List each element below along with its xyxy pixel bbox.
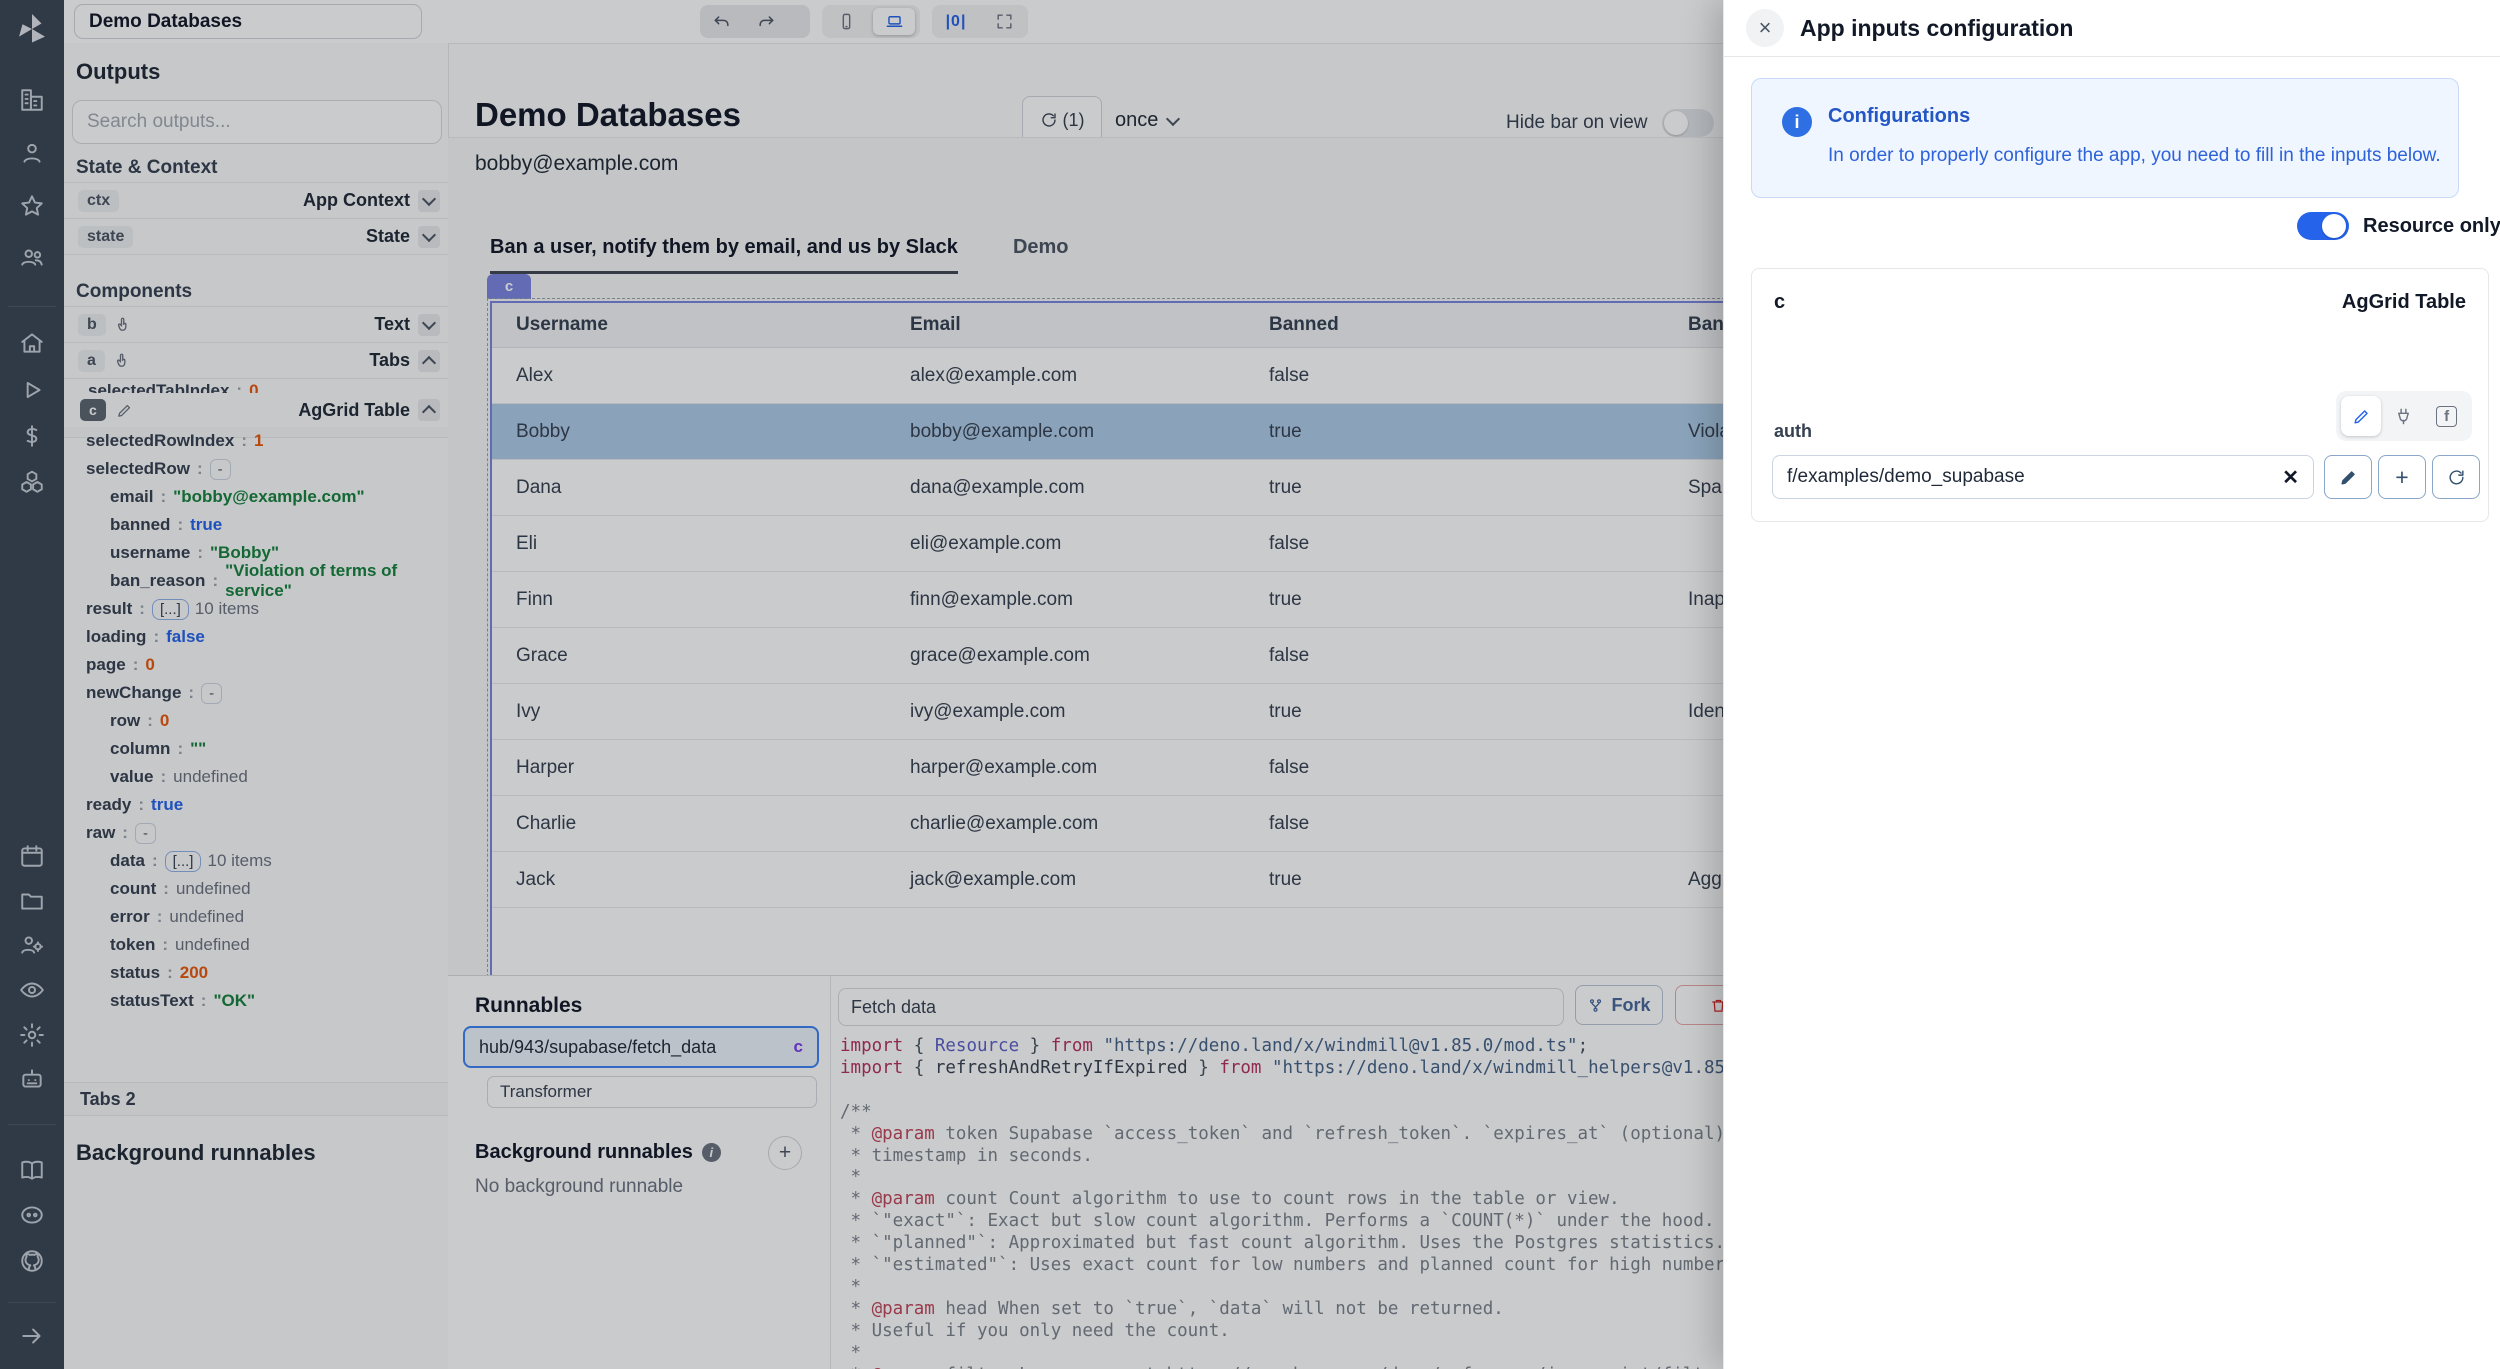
alert-body: In order to properly configure the app, … (1828, 145, 2441, 167)
edit-resource-button[interactable] (2324, 455, 2372, 499)
app-root: |0| Outputs State & Context ctxApp Conte… (0, 0, 2500, 1369)
plug-icon (2394, 407, 2413, 426)
refresh-icon (2447, 468, 2466, 487)
pencil-icon (2339, 468, 2358, 487)
static-edit-mode-button[interactable] (2341, 396, 2381, 436)
add-resource-button[interactable]: + (2378, 455, 2426, 499)
resource-only-row: Resource only (2297, 212, 2500, 240)
connect-mode-button[interactable] (2384, 396, 2424, 436)
clear-input-icon[interactable]: ✕ (2282, 465, 2299, 490)
component-input-card: c AgGrid Table auth f f/examples/demo_su… (1751, 268, 2489, 522)
component-id: c (1774, 291, 1785, 314)
alert-title: Configurations (1828, 105, 1970, 128)
pencil-icon (2352, 407, 2371, 426)
configurations-alert: i Configurations In order to properly co… (1751, 78, 2459, 198)
input-mode-segmented-control: f (2336, 391, 2472, 441)
resource-only-label: Resource only (2363, 215, 2500, 238)
component-type: AgGrid Table (2342, 291, 2466, 314)
resource-input[interactable]: f/examples/demo_supabase ✕ (1772, 455, 2314, 499)
function-icon: f (2436, 406, 2457, 427)
resource-only-toggle[interactable] (2297, 212, 2349, 240)
divider (1724, 56, 2500, 57)
drawer-title: App inputs configuration (1800, 15, 2073, 42)
app-inputs-drawer: × App inputs configuration i Configurati… (1723, 0, 2500, 1369)
close-icon[interactable]: × (1746, 9, 1784, 47)
eval-mode-button[interactable]: f (2427, 396, 2467, 436)
info-icon: i (1782, 107, 1812, 137)
field-label: auth (1774, 421, 1812, 442)
refresh-resource-button[interactable] (2432, 455, 2480, 499)
